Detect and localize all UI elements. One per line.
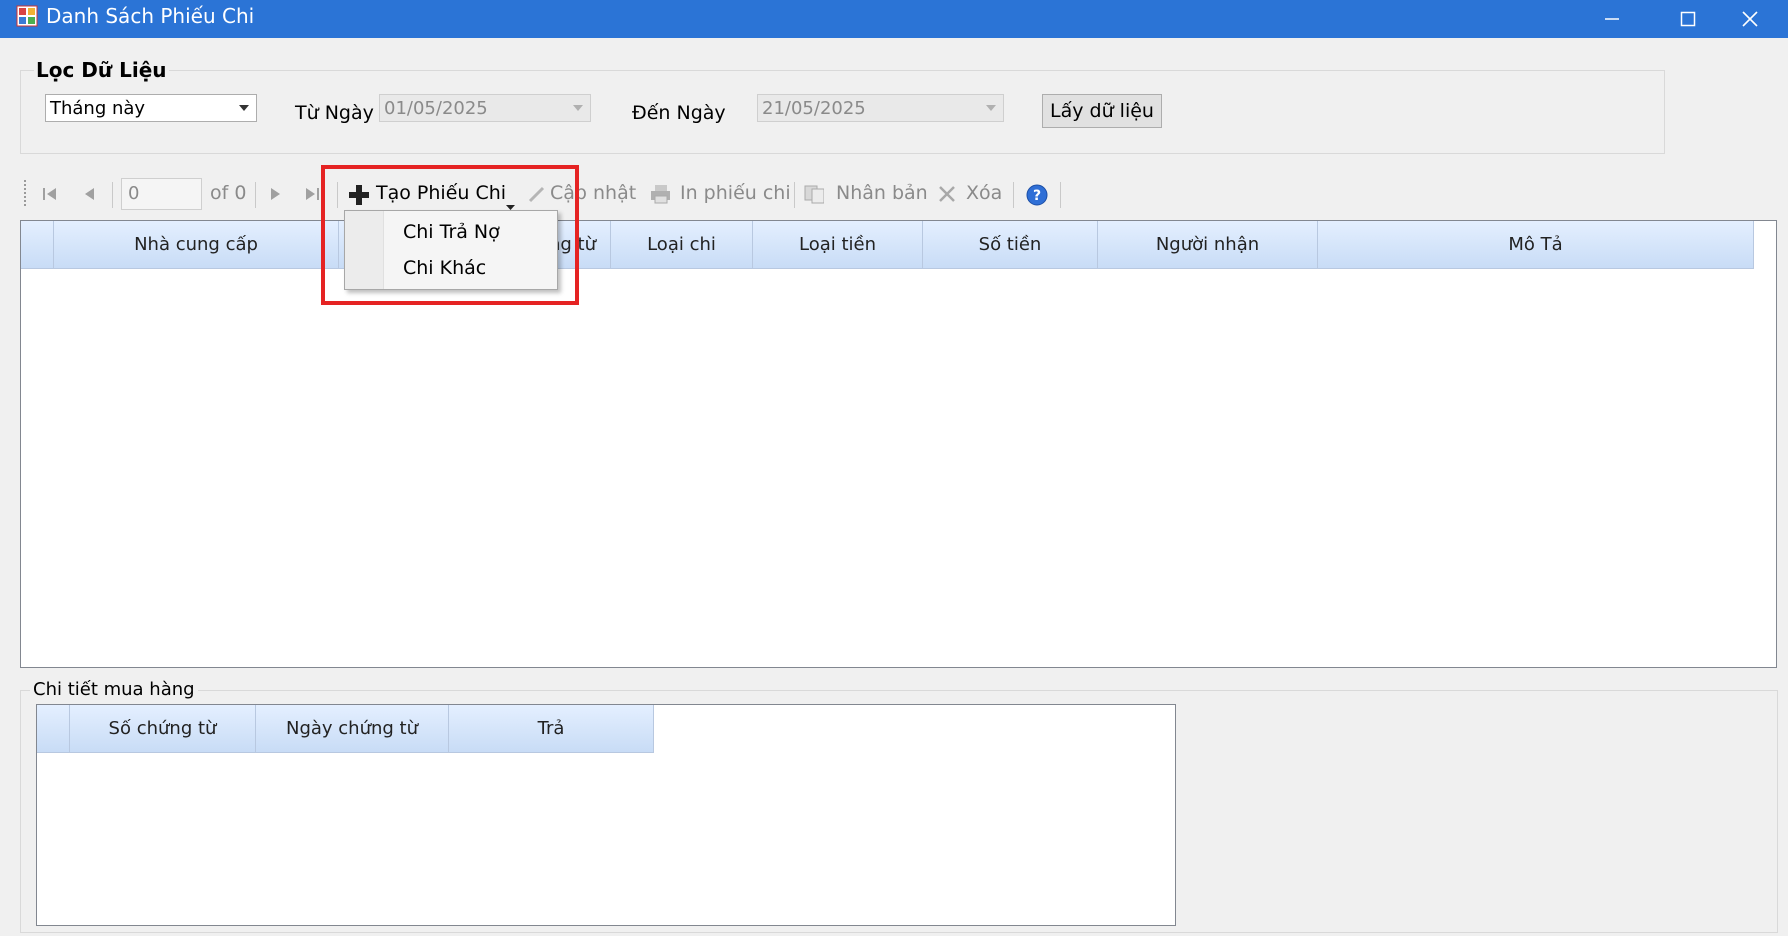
payment-vouchers-grid[interactable]: Nhà cung cấp ng từ Loại chi Loại tiền Số…	[20, 220, 1777, 668]
printer-icon	[650, 184, 670, 204]
chevron-down-icon	[566, 95, 590, 121]
delete-button[interactable]: Xóa	[966, 182, 1002, 204]
close-icon	[1742, 11, 1758, 27]
column-header-payment-type[interactable]: Loại chi	[611, 221, 753, 269]
detail-grid-header: Số chứng từ Ngày chứng từ Trả	[37, 705, 654, 753]
to-date-label: Đến Ngày	[632, 102, 726, 124]
toolbar-separator	[112, 182, 113, 208]
next-page-icon[interactable]	[265, 184, 285, 204]
maximize-icon	[1680, 11, 1696, 27]
column-header-paid[interactable]: Trả	[449, 705, 654, 753]
row-selector-header	[37, 705, 70, 753]
minimize-button[interactable]	[1574, 0, 1650, 38]
svg-text:?: ?	[1033, 188, 1041, 204]
column-header-supplier[interactable]: Nhà cung cấp	[54, 221, 339, 269]
column-header-voucher-number[interactable]: Số chứng từ	[70, 705, 256, 753]
grid-header: Nhà cung cấp ng từ Loại chi Loại tiền Số…	[21, 221, 1754, 269]
close-button[interactable]	[1712, 0, 1788, 38]
page-count-label: of 0	[210, 182, 247, 204]
highlight-box	[321, 165, 579, 305]
toolbar-separator	[1060, 182, 1061, 208]
chevron-down-icon	[232, 95, 256, 121]
print-button[interactable]: In phiếu chi	[680, 182, 791, 204]
page-number-input[interactable]: 0	[121, 178, 202, 210]
column-header-description[interactable]: Mô Tả	[1318, 221, 1754, 269]
to-date-picker[interactable]: 21/05/2025	[757, 94, 1004, 122]
chevron-down-icon	[979, 95, 1003, 121]
from-date-label: Từ Ngày	[295, 102, 374, 124]
purchase-detail-grid[interactable]: Số chứng từ Ngày chứng từ Trả	[36, 704, 1176, 926]
title-bar	[0, 0, 1788, 38]
period-select[interactable]: Tháng này	[45, 94, 257, 122]
toolbar-separator	[794, 182, 795, 208]
purchase-detail-title: Chi tiết mua hàng	[30, 679, 198, 700]
minimize-icon	[1605, 18, 1619, 20]
toolbar-separator	[255, 182, 256, 208]
help-icon[interactable]: ?	[1026, 184, 1048, 211]
window-title: Danh Sách Phiếu Chi	[46, 4, 255, 28]
from-date-value: 01/05/2025	[384, 98, 488, 119]
column-header-amount[interactable]: Số tiền	[923, 221, 1098, 269]
app-icon	[16, 5, 38, 27]
row-selector-header	[21, 221, 54, 269]
duplicate-button[interactable]: Nhân bản	[836, 182, 928, 204]
column-header-recipient[interactable]: Người nhận	[1098, 221, 1318, 269]
period-select-value: Tháng này	[50, 98, 146, 119]
from-date-picker[interactable]: 01/05/2025	[379, 94, 591, 122]
delete-icon	[937, 184, 957, 204]
duplicate-icon	[804, 184, 824, 204]
to-date-value: 21/05/2025	[762, 98, 866, 119]
last-page-icon[interactable]	[302, 184, 322, 204]
toolbar-grip[interactable]	[24, 180, 30, 206]
column-header-currency[interactable]: Loại tiền	[753, 221, 923, 269]
fetch-data-button[interactable]: Lấy dữ liệu	[1042, 94, 1162, 128]
prev-page-icon[interactable]	[80, 184, 100, 204]
first-page-icon[interactable]	[40, 184, 60, 204]
filter-group-title: Lọc Dữ Liệu	[34, 58, 169, 82]
column-header-voucher-date[interactable]: Ngày chứng từ	[256, 705, 449, 753]
toolbar-separator	[1013, 182, 1014, 208]
